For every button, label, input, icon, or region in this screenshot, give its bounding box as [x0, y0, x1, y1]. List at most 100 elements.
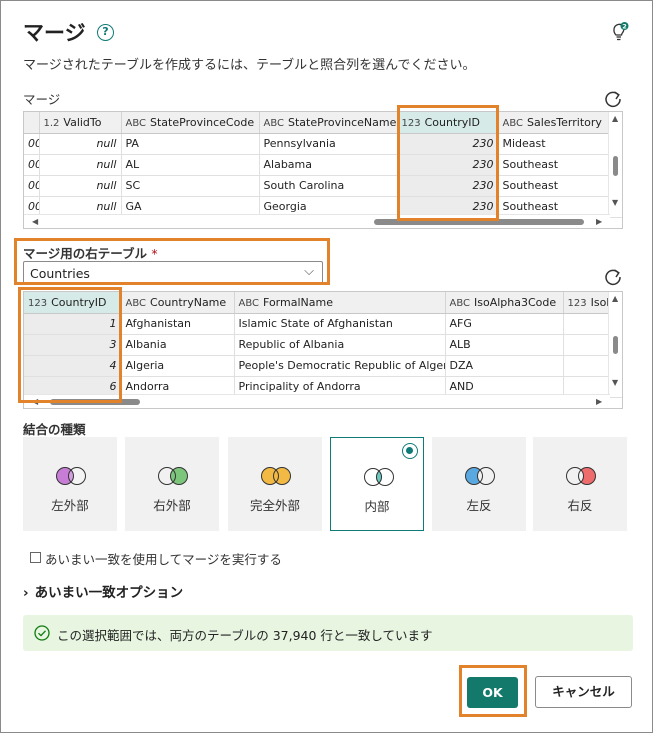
fuzzy-options-expander[interactable]: › あいまい一致オプション — [23, 581, 183, 601]
scroll-left-icon[interactable]: ◀ — [32, 217, 38, 226]
scroll-right-icon[interactable]: ▶ — [596, 217, 602, 226]
top-table-label: マージ — [23, 92, 61, 107]
join-option-label: 完全外部 — [249, 498, 300, 513]
dialog-title: マージ — [23, 21, 86, 45]
table-cell: 00 — [24, 175, 40, 197]
table-cell: PA — [121, 133, 260, 155]
text-type-icon: ABC — [449, 297, 471, 309]
table-cell: AL — [121, 154, 260, 176]
top-table-preview[interactable]: 1.2 ValidTo ABC StateProvinceCode ABC State… — [23, 111, 623, 229]
scroll-down-icon[interactable]: ▼ — [612, 198, 618, 207]
column-header[interactable]: 1.2 ValidTo — [39, 112, 122, 134]
chevron-right-icon: › — [23, 585, 29, 601]
table-cell: 00 — [24, 133, 40, 155]
join-option-label: 右外部 — [153, 498, 191, 513]
table-cell: SC — [121, 175, 260, 197]
column-header[interactable]: ABC FormalName — [234, 292, 446, 314]
horizontal-scrollbar[interactable]: ◀ ▶ — [24, 214, 610, 228]
column-header[interactable]: ABC IsoAlpha3Code — [445, 292, 564, 314]
table-cell: null — [39, 154, 122, 176]
join-full-outer[interactable]: 完全外部 — [228, 437, 322, 531]
left-anti-venn-icon — [465, 467, 495, 485]
column-header[interactable]: ABC SalesTerritory — [498, 112, 622, 134]
highlight-frame — [14, 238, 330, 285]
join-inner[interactable]: 内部 — [330, 437, 424, 531]
merge-dialog: マージ ? 2 マージされたテーブルを作成するには、テーブルと照合列を選んでくだ… — [0, 0, 653, 733]
table-cell: Alabama — [259, 154, 398, 176]
left-outer-venn-icon — [56, 467, 86, 485]
table-row: 00nullSCSouth Carolina230Southeast — [24, 175, 622, 197]
vertical-scrollbar[interactable]: ▲ ▼ — [608, 292, 622, 396]
selected-radio-icon — [402, 443, 418, 459]
table-cell: Southeast — [498, 154, 622, 176]
table-cell: null — [39, 175, 122, 197]
table-cell: Islamic State of Afghanistan — [234, 313, 446, 335]
join-option-label: 左外部 — [51, 498, 89, 513]
scroll-thumb[interactable] — [613, 336, 618, 354]
fuzzy-match-checkbox[interactable] — [30, 552, 41, 563]
table-cell: 00 — [24, 154, 40, 176]
highlight-frame — [397, 105, 499, 221]
join-option-label: 左反 — [466, 498, 492, 513]
table-header-row: 1.2 ValidTo ABC StateProvinceCode ABC State… — [24, 112, 622, 134]
text-type-icon: ABC — [502, 117, 524, 129]
svg-text:2: 2 — [622, 23, 627, 31]
vertical-scrollbar[interactable]: ▲ ▼ — [608, 112, 622, 216]
table-cell: Albania — [121, 334, 235, 356]
table-row: 00nullALAlabama230Southeast — [24, 154, 622, 176]
table-cell: ALB — [445, 334, 564, 356]
text-type-icon: ABC — [125, 297, 147, 309]
text-type-icon: ABC — [125, 117, 147, 129]
table-cell: null — [39, 133, 122, 155]
refresh-icon[interactable] — [603, 267, 623, 287]
join-left-anti[interactable]: 左反 — [432, 437, 526, 531]
dialog-description: マージされたテーブルを作成するには、テーブルと照合列を選んでください。 — [23, 58, 476, 73]
table-cell: AFG — [445, 313, 564, 335]
join-option-label: 内部 — [364, 499, 390, 514]
scroll-up-icon[interactable]: ▲ — [612, 114, 618, 123]
table-cell: DZA — [445, 355, 564, 377]
fuzzy-options-label: あいまい一致オプション — [34, 585, 184, 601]
column-name: StateProvinceName — [288, 115, 397, 129]
join-left-outer[interactable]: 左外部 — [23, 437, 117, 531]
cancel-button[interactable]: キャンセル — [535, 676, 632, 708]
join-right-outer[interactable]: 右外部 — [125, 437, 219, 531]
column-name: IsoAlpha3Code — [474, 295, 557, 309]
column-name: CountryName — [150, 295, 227, 309]
column-header[interactable]: ABC StateProvinceCode — [121, 112, 260, 134]
highlight-frame — [459, 665, 527, 717]
table-row: 00nullPAPennsylvania230Mideast — [24, 133, 622, 155]
table-cell: Southeast — [498, 175, 622, 197]
help-icon[interactable]: ? — [97, 24, 114, 41]
column-name: SalesTerritory — [527, 115, 602, 129]
table-cell: Republic of Albania — [234, 334, 446, 356]
full-outer-venn-icon — [261, 467, 291, 485]
text-type-icon: ABC — [238, 297, 260, 309]
inner-venn-icon — [364, 468, 394, 486]
scroll-up-icon[interactable]: ▲ — [612, 294, 618, 303]
fuzzy-match-label[interactable]: あいまい一致を使用してマージを実行する — [45, 549, 282, 568]
lightbulb-icon[interactable]: 2 — [610, 21, 630, 43]
scroll-down-icon[interactable]: ▼ — [612, 378, 618, 387]
right-outer-venn-icon — [158, 467, 188, 485]
refresh-icon[interactable] — [603, 89, 623, 109]
highlight-frame — [18, 287, 122, 403]
match-status-text: この選択範囲では、両方のテーブルの 37,940 行と一致しています — [57, 628, 433, 643]
scroll-right-icon[interactable]: ▶ — [596, 397, 602, 406]
scroll-thumb[interactable] — [613, 156, 618, 176]
checkmark-circle-icon — [34, 625, 50, 641]
integer-type-icon: 123 — [567, 297, 587, 309]
column-header[interactable]: ABC StateProvinceName — [259, 112, 398, 134]
decimal-type-icon: 1.2 — [43, 117, 60, 129]
column-name: StateProvinceCode — [150, 115, 255, 129]
table-cell: Algeria — [121, 355, 235, 377]
column-header[interactable]: ABC CountryName — [121, 292, 235, 314]
match-status-banner: この選択範囲では、両方のテーブルの 37,940 行と一致しています — [23, 615, 633, 651]
text-type-icon: ABC — [263, 117, 285, 129]
table-cell: Afghanistan — [121, 313, 235, 335]
join-right-anti[interactable]: 右反 — [533, 437, 627, 531]
column-name: ValidTo — [63, 115, 102, 129]
join-option-label: 右反 — [567, 498, 593, 513]
table-cell: South Carolina — [259, 175, 398, 197]
join-kind-label: 結合の種類 — [23, 422, 86, 437]
